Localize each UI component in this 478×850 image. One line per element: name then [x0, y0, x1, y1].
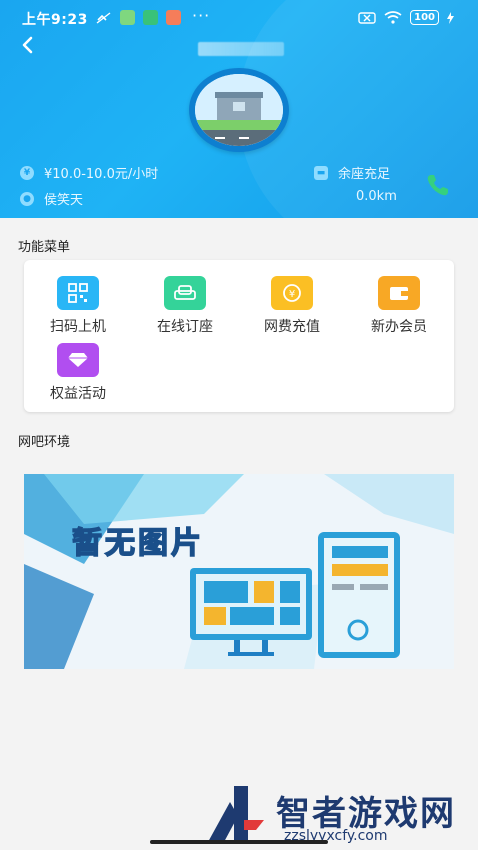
shop-building-icon: [195, 74, 283, 146]
app-notification-icon: [143, 10, 158, 25]
yen-icon: ¥: [20, 165, 34, 180]
wifi-icon: [384, 11, 402, 24]
location-pin-icon: ●: [20, 191, 34, 206]
menu-item-recharge[interactable]: ¥ 网费充值: [247, 276, 337, 336]
menu-item-label: 网费充值: [264, 319, 320, 335]
environment-image-placeholder: 暂无图片: [24, 474, 454, 669]
back-button[interactable]: [20, 35, 44, 59]
menu-item-label: 新办会员: [371, 319, 427, 335]
mute-icon: [96, 11, 111, 24]
distance-text: 0.0km: [356, 189, 397, 204]
price-text: ¥10.0-10.0元/小时: [44, 167, 159, 182]
home-indicator[interactable]: [150, 840, 328, 844]
status-bar: 上午9:23 ··· 100: [0, 0, 478, 36]
function-menu: 扫码上机 在线订座 ¥ 网费充值 新办会员 权益活动: [24, 260, 454, 412]
shop-name-redacted: [198, 42, 284, 56]
more-notifications: ···: [192, 6, 211, 25]
seats-row: ▬ 余座充足: [314, 163, 390, 182]
charging-icon: [447, 11, 454, 24]
status-time: 上午9:23: [22, 12, 88, 28]
menu-item-label: 权益活动: [50, 386, 106, 402]
distance-row: 0.0km: [356, 189, 397, 204]
seat-icon: ▬: [314, 165, 328, 180]
call-button[interactable]: [425, 172, 451, 198]
notification-icons: [96, 10, 181, 25]
environment-section-title: 网吧环境: [18, 435, 71, 450]
no-sim-icon: [358, 11, 376, 24]
app-notification-icon: [120, 10, 135, 25]
coin-icon: ¥: [271, 276, 313, 310]
menu-item-label: 在线订座: [157, 319, 213, 335]
menu-section-title: 功能菜单: [18, 240, 71, 255]
shop-header: 上午9:23 ··· 100 ¥ ¥10.0-10.0元/小时 ● 侯笑天 ▬ …: [0, 0, 478, 218]
diamond-icon: [57, 343, 99, 377]
sofa-icon: [164, 276, 206, 310]
system-icons: 100: [358, 10, 454, 25]
shop-avatar: [189, 68, 289, 152]
battery-indicator: 100: [410, 10, 439, 25]
no-image-illustration: [24, 474, 454, 669]
app-notification-icon: [166, 10, 181, 25]
menu-item-benefits[interactable]: 权益活动: [33, 343, 123, 403]
menu-item-membership[interactable]: 新办会员: [354, 276, 444, 336]
menu-item-scan[interactable]: 扫码上机: [33, 276, 123, 336]
menu-item-booking[interactable]: 在线订座: [140, 276, 230, 336]
location-row: ● 侯笑天: [20, 189, 83, 208]
svg-text:¥: ¥: [289, 289, 295, 300]
back-arrow-icon: [22, 36, 33, 54]
location-text: 侯笑天: [44, 193, 84, 208]
no-image-text: 暂无图片: [71, 525, 204, 562]
price-row: ¥ ¥10.0-10.0元/小时: [20, 163, 158, 182]
phone-icon: [427, 175, 448, 196]
wallet-icon: [378, 276, 420, 310]
menu-item-label: 扫码上机: [50, 319, 106, 335]
qr-code-icon: [57, 276, 99, 310]
seats-text: 余座充足: [338, 167, 391, 182]
